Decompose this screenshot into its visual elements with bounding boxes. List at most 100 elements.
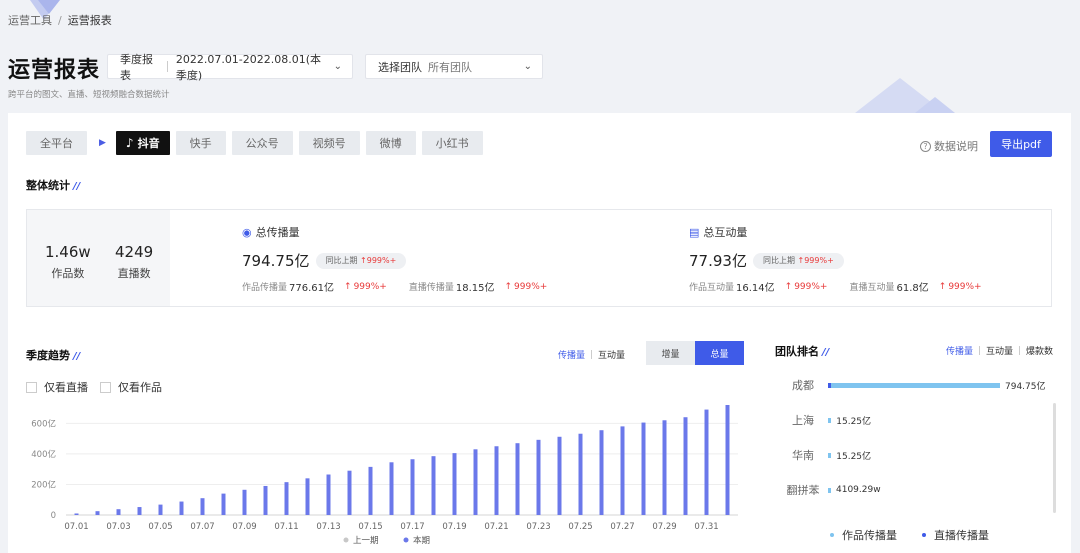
team-rank-list: 成都 794.75亿 上海 15.25亿 华南 15.25亿 翻拼苯 4109.29w xyxy=(8,375,1071,495)
arrow-up-icon: ↑ xyxy=(938,281,947,292)
x-tick-label: 07.01 xyxy=(64,522,88,532)
period-select-value: 2022.07.01-2022.08.01(本季度) xyxy=(175,52,322,82)
tab-kuaishou[interactable]: 快手 xyxy=(175,131,226,155)
rank-tab-hits[interactable]: 爆款数 xyxy=(1026,344,1053,357)
team-rank-row[interactable]: 华南 15.25亿 xyxy=(778,447,871,463)
team-select-value: 所有团队 xyxy=(428,60,472,74)
breadcrumb: 运营工具 / 运营报表 xyxy=(8,12,112,28)
team-value: 15.25亿 xyxy=(836,416,872,427)
caret-right-icon: ▶ xyxy=(99,138,106,148)
team-name: 成都 xyxy=(792,379,814,392)
x-tick-label: 07.25 xyxy=(568,522,592,532)
x-tick-label: 07.23 xyxy=(526,522,550,532)
trend-metric-toggle: 传播量 互动量 xyxy=(558,348,625,361)
tab-douyin[interactable]: ♪ 抖音 xyxy=(115,131,170,155)
x-tick-label: 07.09 xyxy=(232,522,256,532)
total-spread-title: 总传播量 xyxy=(255,226,300,239)
live-count-value: 4249 xyxy=(115,243,154,261)
breadcrumb-parent[interactable]: 运营工具 xyxy=(8,14,52,27)
period-select-label: 季度报表 xyxy=(120,52,153,82)
title-marker-icon: // xyxy=(73,351,81,362)
team-rank-row[interactable]: 上海 15.25亿 xyxy=(778,412,871,428)
data-help-link[interactable]: ? 数据说明 xyxy=(920,138,978,154)
team-value-bar xyxy=(828,417,832,423)
export-pdf-button[interactable]: 导出pdf xyxy=(990,131,1052,157)
arrow-up-icon: ↑ xyxy=(784,281,793,292)
team-value: 4109.29w xyxy=(836,485,881,495)
legend-marker xyxy=(343,537,349,543)
rank-tab-interaction[interactable]: 互动量 xyxy=(986,344,1013,357)
mode-total-button[interactable]: 总量 xyxy=(695,341,744,365)
bar-current xyxy=(95,511,100,515)
tab-official-account[interactable]: 公众号 xyxy=(231,131,293,155)
team-rank-title-text: 团队排名 xyxy=(775,345,819,358)
legend-label: 本期 xyxy=(413,535,430,546)
arrow-up-icon: ↑ xyxy=(344,281,352,292)
overall-stats-panel: 1.46w 作品数 4249 直播数 ◉ 总传播量 794.75亿 同比上期 ↑ 9… xyxy=(26,209,1052,307)
x-tick-label: 07.05 xyxy=(148,522,172,532)
team-value-bar xyxy=(828,487,831,493)
bar-current xyxy=(74,513,79,515)
arrow-up-icon: ↑ xyxy=(797,256,805,265)
tab-xiaohongshu[interactable]: 小红书 xyxy=(421,131,483,155)
x-tick-label: 07.29 xyxy=(652,522,676,532)
trend-metric-interaction[interactable]: 互动量 xyxy=(598,348,625,361)
tab-weibo[interactable]: 微博 xyxy=(365,131,416,155)
broadcast-icon: ◉ xyxy=(242,225,252,239)
x-tick-label: 07.15 xyxy=(358,522,382,532)
work-spread-label: 作品传播量 xyxy=(242,283,288,293)
page-title: 运营报表 xyxy=(8,58,101,83)
bar-current xyxy=(179,501,184,515)
count-summary: 1.46w 作品数 4249 直播数 xyxy=(27,210,170,306)
team-rank-scrollbar[interactable] xyxy=(1053,403,1056,513)
team-rank-row[interactable]: 成都 794.75亿 xyxy=(778,377,1046,393)
live-interaction-value: 61.8亿 xyxy=(896,283,929,294)
title-marker-icon: // xyxy=(822,347,830,358)
tab-all-platforms[interactable]: 全平台 xyxy=(26,131,87,155)
live-interaction-label: 直播互动量 xyxy=(849,283,895,293)
x-tick-label: 07.27 xyxy=(610,522,634,532)
quarter-trend-title: 季度趋势// xyxy=(26,347,80,363)
live-interaction-up: 999%+ xyxy=(948,281,982,292)
works-count-label: 作品数 xyxy=(51,267,85,280)
platform-tabs: 全平台 ▶ ♪ 抖音 快手 公众号 视频号 微博 小红书 xyxy=(26,131,489,155)
arrow-up-icon: ↑ xyxy=(504,281,513,292)
total-spread-value: 794.75亿 xyxy=(242,252,310,270)
compare-label: 同比上期 xyxy=(762,256,795,265)
live-count-label: 直播数 xyxy=(117,267,151,280)
trend-metric-spread[interactable]: 传播量 xyxy=(558,348,585,361)
period-select[interactable]: 季度报表 2022.07.01-2022.08.01(本季度) ⌄ xyxy=(107,53,353,82)
legend-live-spread: 直播传播量 xyxy=(922,527,989,543)
rank-tab-spread[interactable]: 传播量 xyxy=(946,344,973,357)
team-select[interactable]: 选择团队 所有团队 ⌄ xyxy=(365,54,543,79)
x-tick-label: 07.17 xyxy=(400,522,424,532)
quarter-trend-title-text: 季度趋势 xyxy=(26,349,70,362)
x-tick-label: 07.19 xyxy=(442,522,466,532)
tab-channels[interactable]: 视频号 xyxy=(298,131,360,155)
team-value-bar xyxy=(828,452,832,458)
team-rank-row[interactable]: 翻拼苯 4109.29w xyxy=(778,482,881,495)
arrow-up-icon: ↑ xyxy=(360,256,367,265)
trend-mode-segment: 增量 总量 xyxy=(646,341,744,365)
compare-value: 999%+ xyxy=(366,256,397,265)
live-spread-up: 999%+ xyxy=(514,281,548,292)
work-interaction-value: 16.14亿 xyxy=(736,283,775,294)
mode-increment-button[interactable]: 增量 xyxy=(646,341,695,365)
team-select-label: 选择团队 xyxy=(378,60,422,74)
work-interaction-label: 作品互动量 xyxy=(689,283,735,293)
team-name: 上海 xyxy=(792,414,814,427)
tab-douyin-label: 抖音 xyxy=(137,137,160,150)
interaction-icon: ▤ xyxy=(689,225,700,239)
legend-label: 上一期 xyxy=(353,536,379,546)
work-spread-up: 999%+ xyxy=(353,281,387,292)
team-name: 华南 xyxy=(792,449,814,462)
legend-dot xyxy=(830,533,834,537)
total-interaction-title: 总互动量 xyxy=(703,226,748,239)
douyin-icon: ♪ xyxy=(125,136,134,150)
live-spread-value: 18.15亿 xyxy=(455,283,495,294)
report-card: 全平台 ▶ ♪ 抖音 快手 公众号 视频号 微博 小红书 ? 数据说明 导出pdf… xyxy=(8,113,1071,553)
chevron-down-icon: ⌄ xyxy=(333,61,342,72)
total-spread-block: ◉ 总传播量 794.75亿 同比上期 ↑ 999%+ 作品传播量 776.61亿 ↑… xyxy=(242,224,548,295)
work-interaction-up: 999%+ xyxy=(794,281,828,292)
bar-current xyxy=(116,509,121,515)
